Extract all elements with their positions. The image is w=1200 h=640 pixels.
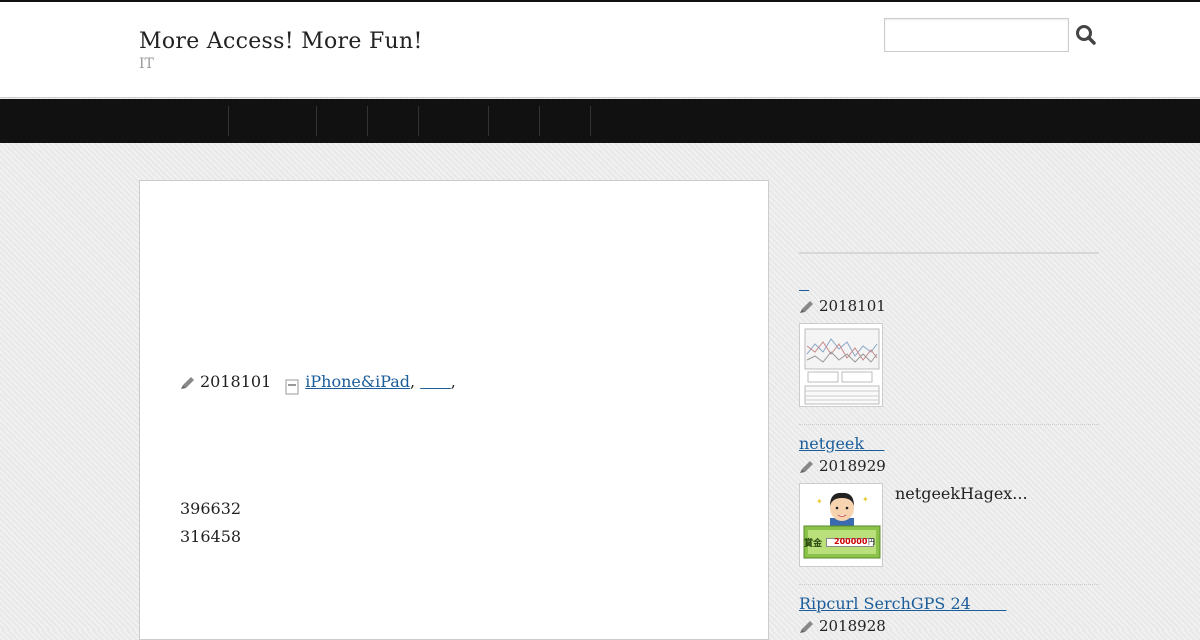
sidebar-post-title[interactable] [799, 274, 809, 293]
post-card [139, 180, 769, 640]
sidebar-post-title[interactable]: Ripcurl SerchGPS 24 [799, 594, 1006, 613]
site-description: IT [139, 56, 154, 72]
nav-separator [539, 106, 540, 136]
sidebar-post-meta: 2018101 [799, 297, 1099, 315]
nav-separator [488, 106, 489, 136]
prize-man-thumbnail[interactable]: ✦ ✦ 賞金 200000 円 [799, 483, 883, 567]
sidebar-post: netgeek 2018929 ✦ ✦ 賞金 200000 円 netgeekH… [799, 434, 1099, 567]
search-icon [1076, 25, 1096, 45]
chart-thumbnail[interactable] [799, 323, 883, 407]
chart-thumbnail-image [804, 328, 880, 405]
svg-text:✦: ✦ [816, 497, 823, 506]
sidebar-post-excerpt: netgeekHagex... [895, 484, 1028, 503]
post-number: 396632 [180, 499, 242, 518]
prize-label: 賞金 [804, 539, 823, 549]
sidebar-post-date: 2018929 [819, 457, 886, 475]
category-icon [285, 379, 299, 394]
sidebar-post-title[interactable]: netgeek [799, 434, 884, 453]
category-separator: , [410, 372, 416, 391]
sidebar-post-date: 2018101 [819, 297, 886, 315]
search-button[interactable] [1073, 22, 1099, 48]
post-meta: 2018101 iPhone&iPad, , [180, 372, 456, 394]
sidebar-post: 2018101 [799, 274, 1099, 407]
site-title[interactable]: More Access! More Fun! [139, 29, 423, 54]
pencil-icon [181, 376, 194, 389]
category-separator: , [450, 372, 456, 391]
post-number: 316458 [180, 527, 242, 546]
prize-amount: 200000 [834, 537, 868, 546]
prize-unit: 円 [868, 538, 875, 546]
nav-separator [228, 106, 229, 136]
category-link[interactable]: iPhone&iPad [305, 372, 410, 391]
nav-separator [418, 106, 419, 136]
sidebar-post-meta: 2018929 [799, 457, 1099, 475]
category-link[interactable] [420, 372, 451, 391]
sidebar-post-date: 2018928 [819, 617, 886, 635]
main-nav [0, 99, 1200, 143]
sidebar-divider [799, 252, 1099, 254]
pencil-icon [800, 461, 813, 473]
search-input[interactable] [884, 18, 1069, 52]
post-date: 2018101 [200, 372, 272, 391]
sidebar-separator [799, 424, 1099, 425]
pencil-icon [800, 301, 813, 313]
nav-separator [367, 106, 368, 136]
sidebar-post: Ripcurl SerchGPS 24 2018928 [799, 594, 1099, 635]
pencil-icon [800, 621, 813, 633]
nav-separator [316, 106, 317, 136]
nav-separator [590, 106, 591, 136]
svg-text:✦: ✦ [862, 495, 869, 504]
sidebar-post-meta: 2018928 [799, 617, 1099, 635]
sidebar-separator [799, 584, 1099, 585]
prize-man-image: ✦ ✦ [800, 484, 882, 566]
site-header: More Access! More Fun! IT [0, 2, 1200, 98]
